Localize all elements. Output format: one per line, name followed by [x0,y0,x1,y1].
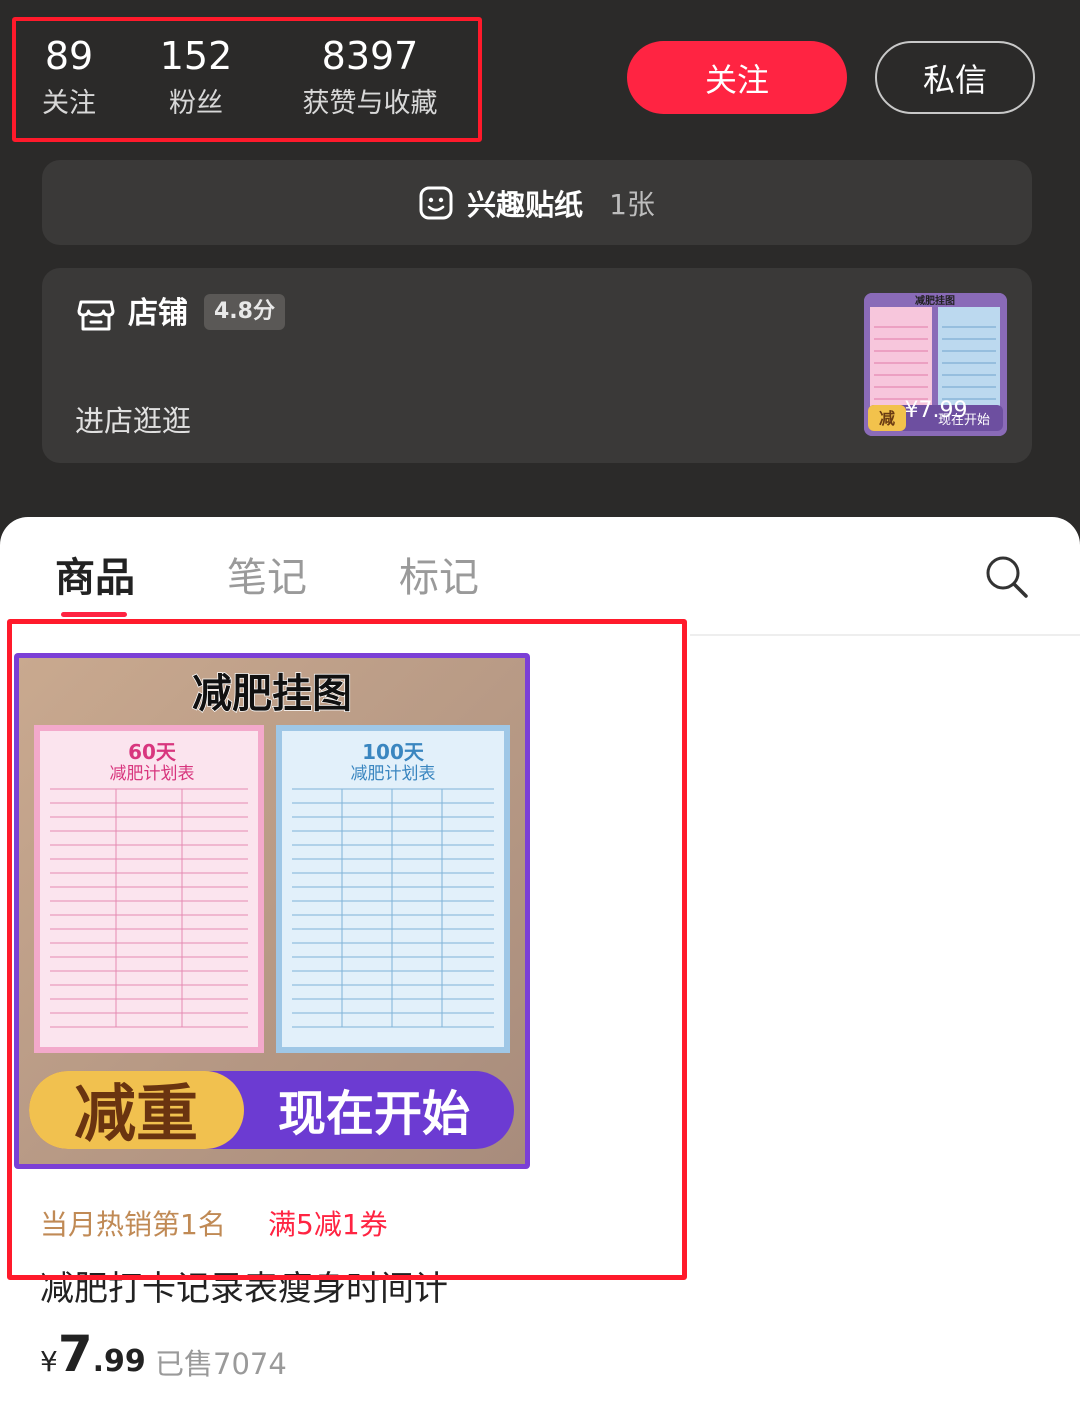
stats-highlight-box [12,17,482,142]
tab-tags[interactable]: 标记 [399,553,479,603]
follow-button[interactable]: 关注 [627,41,847,114]
tab-goods[interactable]: 商品 [55,553,135,603]
thumb-tag-left: 减 [879,409,895,428]
product-price: ¥7.99 [40,1325,146,1383]
message-button[interactable]: 私信 [875,41,1035,114]
price-currency: ¥ [40,1345,58,1378]
shop-thumbnail-image: 减肥挂图 减 现在开始 ¥7.99 [864,293,1007,436]
thumb-title: 减肥挂图 [915,294,955,307]
sold-count: 已售7074 [155,1347,287,1381]
product-highlight-box [7,619,687,1280]
sticker-label: 兴趣贴纸 [467,187,584,222]
tab-notes[interactable]: 笔记 [227,553,307,603]
shop-product-thumbnail[interactable]: 减肥挂图 减 现在开始 ¥7.99 [864,293,1007,436]
shop-card[interactable]: 店铺 4.8分 进店逛逛 减肥挂图 减 现在开始 ¥7.99 [42,268,1032,463]
search-icon[interactable] [983,553,1029,599]
shop-title: 店铺 [128,296,188,331]
sticker-icon [419,186,453,219]
price-decimal: .99 [92,1344,146,1379]
active-tab-indicator [61,612,127,617]
profile-header: 89 关注 152 粉丝 8397 获赞与收藏 关注 私信 兴趣贴纸 1张 店铺… [0,0,1080,540]
thumb-price: ¥7.99 [905,398,968,423]
shop-icon [77,300,115,331]
shop-score-badge: 4.8分 [204,294,285,330]
price-integer: 7 [57,1325,93,1383]
sticker-count: 1张 [609,187,655,221]
tabs-divider [690,634,1080,636]
enter-shop-link[interactable]: 进店逛逛 [75,398,191,440]
interest-sticker-bar[interactable]: 兴趣贴纸 1张 [42,160,1032,245]
